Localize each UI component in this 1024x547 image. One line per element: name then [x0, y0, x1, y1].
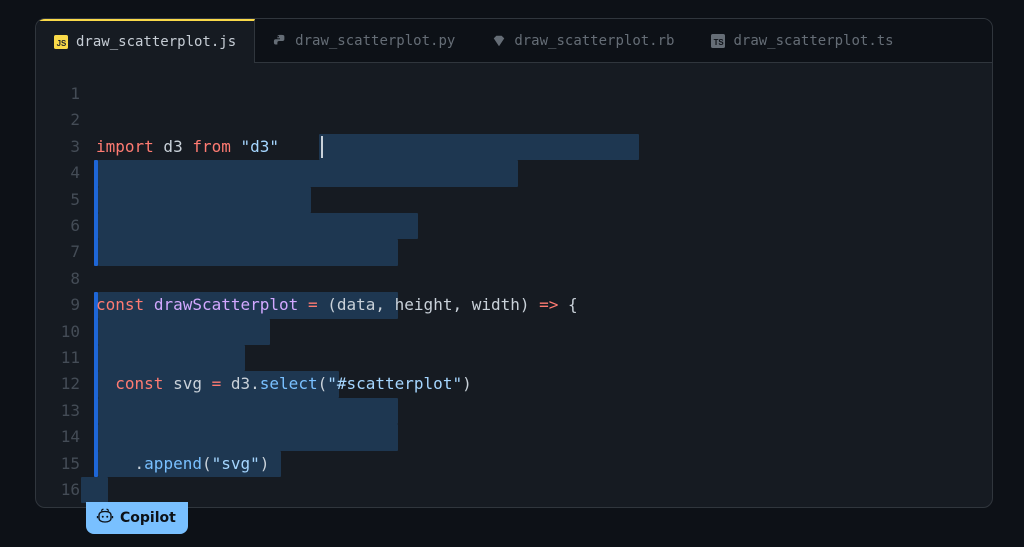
- code-line: import d3 from "d3": [96, 134, 992, 160]
- code-line: .append("svg"): [96, 451, 992, 477]
- code-line: const svg = d3.select("#scatterplot"): [96, 371, 992, 397]
- tab-py[interactable]: draw_scatterplot.py: [255, 19, 474, 62]
- tab-bar: JS draw_scatterplot.js draw_scatterplot.…: [36, 19, 992, 63]
- js-icon: JS: [54, 35, 68, 49]
- tab-label: draw_scatterplot.ts: [733, 33, 893, 49]
- code-line: [96, 213, 992, 239]
- ruby-icon: [492, 34, 506, 48]
- tab-label: draw_scatterplot.py: [295, 33, 455, 49]
- line-number-gutter: 1 2 3 4 5 6 7 8 9 10 11 12 13 14 15 16: [36, 81, 84, 508]
- copilot-icon: [96, 508, 114, 528]
- copilot-label: Copilot: [120, 510, 176, 526]
- editor-window: JS draw_scatterplot.js draw_scatterplot.…: [35, 18, 993, 508]
- tab-ts[interactable]: TS draw_scatterplot.ts: [693, 19, 912, 62]
- python-icon: [273, 34, 287, 48]
- copilot-button[interactable]: Copilot: [86, 502, 188, 534]
- tab-label: draw_scatterplot.rb: [514, 33, 674, 49]
- ts-icon: TS: [711, 34, 725, 48]
- svg-text:JS: JS: [57, 39, 67, 48]
- code-line: const drawScatterplot = (data, height, w…: [96, 292, 992, 318]
- tab-js[interactable]: JS draw_scatterplot.js: [36, 19, 255, 63]
- code-lines[interactable]: import d3 from "d3" const drawScatterplo…: [84, 81, 992, 508]
- tab-rb[interactable]: draw_scatterplot.rb: [474, 19, 693, 62]
- tab-label: draw_scatterplot.js: [76, 34, 236, 50]
- svg-text:TS: TS: [714, 37, 724, 46]
- code-editor[interactable]: 1 2 3 4 5 6 7 8 9 10 11 12 13 14 15 16 i…: [36, 63, 992, 508]
